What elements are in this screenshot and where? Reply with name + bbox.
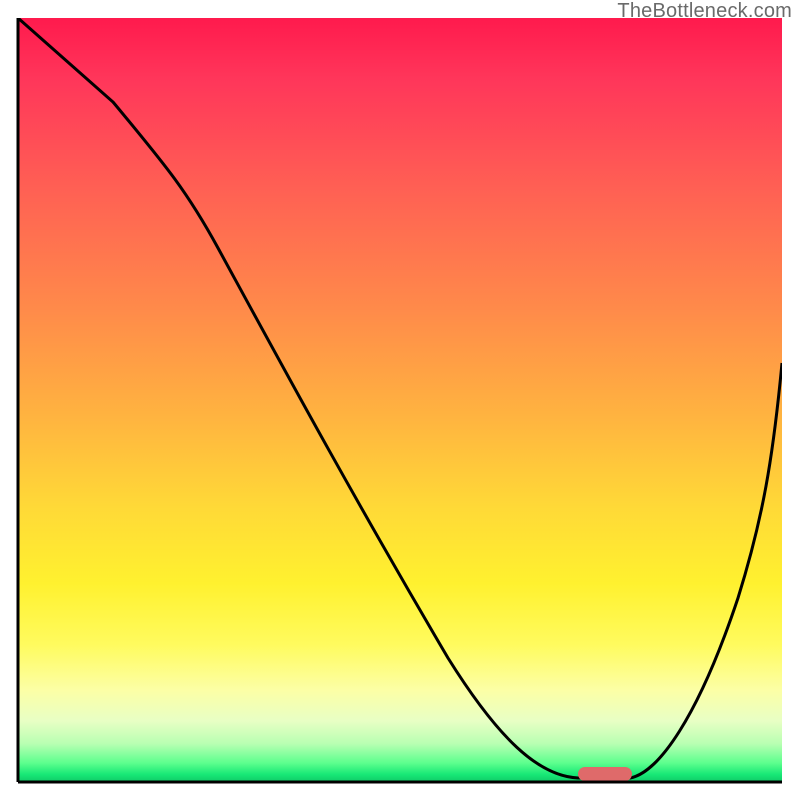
bottleneck-curve-path	[18, 18, 782, 778]
plot-area	[18, 18, 782, 782]
optimal-range-marker	[578, 767, 632, 781]
bottleneck-chart: TheBottleneck.com	[0, 0, 800, 800]
watermark-label: TheBottleneck.com	[617, 0, 792, 23]
curve-layer	[18, 18, 782, 782]
